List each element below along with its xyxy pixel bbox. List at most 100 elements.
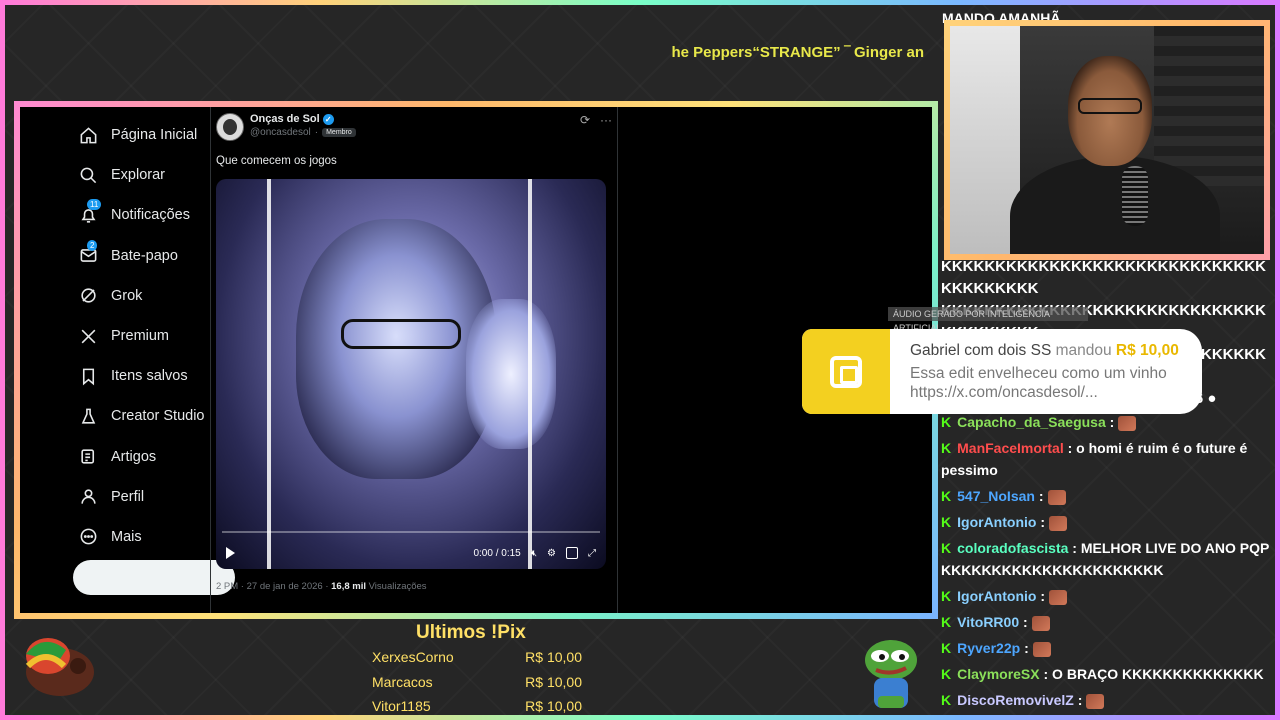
pix-amount: R$ 10,00 <box>525 673 582 690</box>
tweet: Onças de Sol ✓ @oncasdesol · Membro ⟳ ··… <box>216 107 612 592</box>
more-icon[interactable]: ··· <box>600 113 612 127</box>
kick-badge-icon: K <box>941 514 952 530</box>
chat-text: : <box>1038 488 1044 504</box>
pip-icon[interactable] <box>566 547 578 559</box>
chat-username[interactable]: coloradofascista <box>957 540 1068 556</box>
chat-username[interactable]: IgorAntonio <box>957 514 1036 530</box>
kick-badge-icon: K <box>941 614 952 630</box>
emote-icon <box>1049 515 1067 531</box>
chat-message: K VitoRR00 : <box>941 611 1271 633</box>
pix-list: XerxesCorno R$ 10,00 Marcacos R$ 10,00 Vitor… <box>372 645 582 719</box>
home-icon <box>78 125 98 145</box>
webcam-frame <box>944 20 1270 260</box>
grok-icon[interactable]: ⟳ <box>580 113 590 127</box>
pepe-icon <box>865 640 917 708</box>
member-tag: Membro <box>322 128 356 137</box>
chat-username[interactable]: ManFaceImortal <box>957 440 1064 456</box>
author-name-text: Onças de Sol <box>250 113 320 125</box>
chat-username[interactable]: IgorAntonio <box>957 588 1036 604</box>
sidebar-item-itens-salvos[interactable]: Itens salvos <box>78 356 228 396</box>
pix-donor-name: Marcacos <box>372 673 433 690</box>
pix-donor-name: Vitor1185 <box>372 698 431 714</box>
sidebar-item-artigos[interactable]: Artigos <box>78 437 228 477</box>
video-frame-hand <box>466 299 556 449</box>
chat-message: Kcoloradofascista : MELHOR LIVE DO ANO P… <box>941 537 1271 581</box>
emote-icon <box>1118 415 1137 431</box>
settings-icon[interactable]: ⚙ <box>547 548 556 559</box>
video-frame-line <box>267 179 271 569</box>
article-icon <box>78 447 98 467</box>
sidebar-item-explorar[interactable]: Explorar <box>78 155 228 195</box>
twitter-screen: Página Inicial Explorar 11 Notificações 2 Bat… <box>20 107 932 613</box>
sidebar-item-grok[interactable]: Grok <box>78 276 228 316</box>
video-controls: 0:00 / 0:15 🔇︎ ⚙ ⤢ <box>216 537 606 569</box>
donation-verb: mandou <box>1051 342 1116 359</box>
pix-amount: R$ 10,00 <box>525 698 582 714</box>
emote-icon <box>1086 693 1105 709</box>
kick-badge-icon: K <box>941 488 952 504</box>
screen-capture-frame: Página Inicial Explorar 11 Notificações 2 Bat… <box>14 101 938 619</box>
chat-username[interactable]: 547_NoIsan <box>957 488 1035 504</box>
sidebar-item-label: Perfil <box>111 488 145 505</box>
mute-icon[interactable]: 🔇︎ <box>531 548 537 559</box>
chat-text: : <box>1109 414 1115 430</box>
flask-icon <box>78 406 98 426</box>
fullscreen-icon[interactable]: ⤢ <box>588 548 596 559</box>
more-icon <box>78 527 98 547</box>
video-player[interactable]: 0:00 / 0:15 🔇︎ ⚙ ⤢ <box>216 179 606 569</box>
sidebar-item-notificações[interactable]: 11 Notificações <box>78 195 228 235</box>
notification-badge: 11 <box>87 199 102 211</box>
sidebar-item-creator-studio[interactable]: Creator Studio <box>78 396 228 436</box>
video-progress-bar[interactable] <box>222 531 600 533</box>
tweet-meta: 2 PM · 27 de jan de 2026 · 16,8 mil Visu… <box>216 581 612 592</box>
handle-text: @oncasdesol <box>250 127 311 138</box>
sidebar-item-página-inicial[interactable]: Página Inicial <box>78 115 228 155</box>
microphone-icon <box>1122 166 1148 226</box>
sidebar-item-premium[interactable]: Premium <box>78 316 228 356</box>
chat-message: K Capacho_da_Saegusa : <box>941 411 1271 433</box>
author-name[interactable]: Onças de Sol ✓ <box>250 113 356 125</box>
sidebar-item-label: Grok <box>111 287 143 304</box>
sidebar-item-mais[interactable]: Mais <box>78 517 228 557</box>
chat-message: K IgorAntonio : <box>941 511 1271 533</box>
pix-row: Marcacos R$ 10,00 <box>372 670 582 695</box>
twitter-sidebar: Página Inicial Explorar 11 Notificações 2 Bat… <box>78 115 228 557</box>
verified-icon: ✓ <box>322 113 334 125</box>
video-frame-glasses <box>341 319 461 349</box>
donation-message: Essa edit envelheceu como um vinho https… <box>910 365 1167 401</box>
search-icon <box>78 165 98 185</box>
chat-messages: K Capacho_da_Saegusa : K ManFaceImortal : o… <box>941 411 1271 715</box>
avatar[interactable] <box>216 113 244 141</box>
mail-icon: 2 <box>78 239 98 266</box>
sidebar-item-perfil[interactable]: Perfil <box>78 477 228 517</box>
emote-icon <box>1049 589 1067 605</box>
tweet-actions: ⟳ ··· <box>580 113 612 127</box>
donation-amount: R$ 10,00 <box>1115 342 1179 359</box>
sidebar-item-label: Itens salvos <box>111 368 188 385</box>
chat-username[interactable]: VitoRR00 <box>957 614 1019 630</box>
chat-username[interactable]: Ryver22p <box>957 640 1020 656</box>
chat-text: : <box>1040 514 1045 530</box>
tweet-timestamp[interactable]: 2 PM · 27 de jan de 2026 · <box>216 581 331 592</box>
play-icon[interactable] <box>226 547 235 559</box>
sidebar-item-label: Notificações <box>111 207 190 224</box>
sidebar-item-bate-papo[interactable]: 2 Bate-papo <box>78 236 228 276</box>
kick-badge-icon: K <box>941 440 952 456</box>
view-count: 16,8 mil <box>331 581 366 592</box>
person-icon <box>78 487 98 507</box>
chat-username[interactable]: DiscoRemovivelZ <box>957 692 1074 708</box>
ai-audio-label: ÁUDIO GERADO POR INTELIGÊNCIA ARTIFICIAL <box>888 307 1088 333</box>
emote-icon <box>1047 489 1066 505</box>
donation-title: Gabriel com dois SS mandou R$ 10,00 <box>910 341 1200 360</box>
video-frame-line <box>528 179 532 569</box>
pix-list-title: Ultimos !Pix <box>416 622 526 643</box>
emote-icon <box>1031 615 1050 631</box>
divider <box>617 107 618 613</box>
chat-spam-line: KKKKKKKKKKKKKKKKKKKKKKKKKKKKKKKKKKKKKKK <box>941 258 1266 297</box>
chat-message: K Ryver22p : <box>941 637 1271 659</box>
sidebar-item-label: Creator Studio <box>111 408 205 425</box>
pix-row: Vitor1185 R$ 10,00 <box>372 694 582 719</box>
chat-username[interactable]: Capacho_da_Saegusa <box>957 414 1106 430</box>
chat-username[interactable]: ClaymoreSX <box>957 666 1039 682</box>
separator-dot: · <box>314 127 319 138</box>
